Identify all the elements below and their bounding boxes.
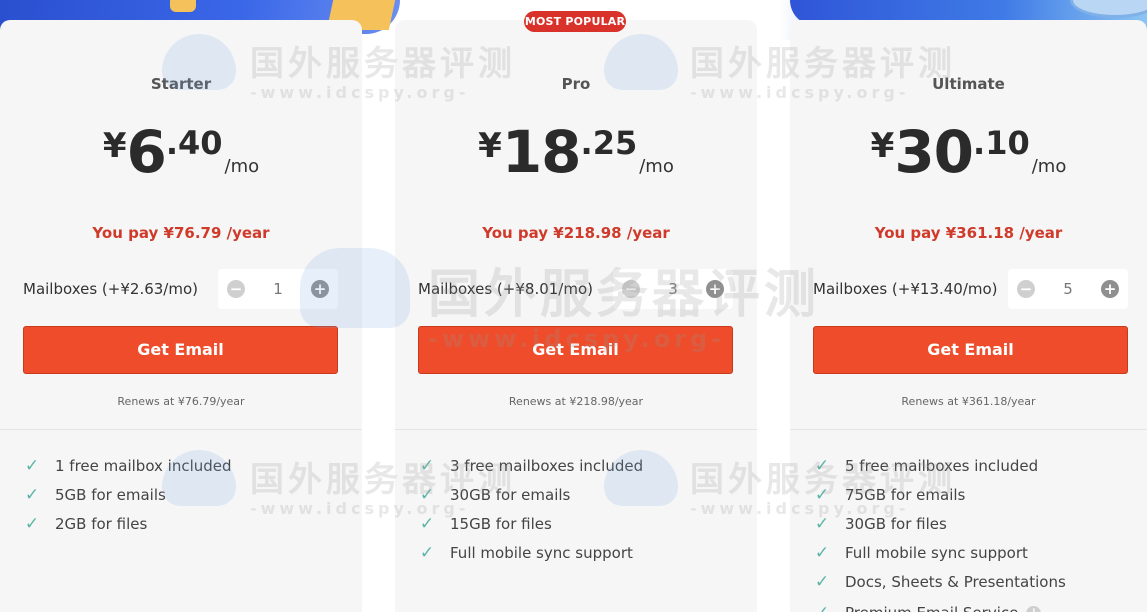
price-currency: ¥ xyxy=(478,126,502,166)
feature-item: ✓ 3 free mailboxes included xyxy=(418,451,643,480)
feature-text: 30GB for files xyxy=(845,514,947,533)
feature-text: 30GB for emails xyxy=(450,485,571,504)
yearly-total: You pay ¥76.79 /year xyxy=(92,224,270,242)
price-period: /mo xyxy=(224,156,260,177)
feature-item: ✓ 75GB for emails xyxy=(813,480,1066,509)
check-icon: ✓ xyxy=(24,455,40,476)
check-icon: ✓ xyxy=(814,513,830,534)
feature-item: ✓ Premium Email Service i xyxy=(813,596,1066,612)
price-currency: ¥ xyxy=(870,126,895,166)
plus-icon[interactable]: + xyxy=(705,280,724,298)
feature-text: Premium Email Service xyxy=(845,604,1018,612)
feature-list: ✓ 5 free mailboxes included ✓ 75GB for ema… xyxy=(813,451,1066,612)
feature-item: ✓ 15GB for files xyxy=(418,509,643,538)
price-fraction: .25 xyxy=(580,124,638,162)
check-icon: ✓ xyxy=(24,513,40,534)
plan-card-pro: Pro ¥18.25/mo You pay ¥218.98 /year Mail… xyxy=(395,20,757,612)
info-icon[interactable]: i xyxy=(1026,605,1042,612)
feature-item: ✓ 30GB for emails xyxy=(418,480,643,509)
check-icon: ✓ xyxy=(813,603,831,612)
plan-price: ¥30.10/mo xyxy=(790,120,1147,184)
plan-price: ¥6.40/mo xyxy=(0,120,362,184)
divider xyxy=(395,429,757,430)
get-email-button[interactable]: Get Email xyxy=(813,326,1128,374)
feature-item: ✓ Full mobile sync support xyxy=(418,538,643,567)
plan-name: Starter xyxy=(150,75,212,93)
price-whole: 30 xyxy=(894,118,974,186)
most-popular-badge: MOST POPULAR xyxy=(524,11,626,32)
renewal-note: Renews at ¥218.98/year xyxy=(508,395,644,408)
feature-list: ✓ 1 free mailbox included ✓ 5GB for emails… xyxy=(23,451,232,538)
feature-text: Docs, Sheets & Presentations xyxy=(845,572,1066,591)
price-fraction: .40 xyxy=(165,124,223,162)
price-whole: 18 xyxy=(501,118,582,186)
yearly-total: You pay ¥361.18 /year xyxy=(874,224,1063,242)
feature-text: 15GB for files xyxy=(450,514,552,533)
divider xyxy=(0,429,362,430)
check-icon: ✓ xyxy=(419,513,435,534)
price-period: /mo xyxy=(639,156,674,177)
price-whole: 6 xyxy=(126,118,167,186)
yearly-total: You pay ¥218.98 /year xyxy=(482,224,670,242)
plan-card-starter: Starter ¥6.40/mo You pay ¥76.79 /year Ma… xyxy=(0,20,362,612)
feature-item: ✓ 2GB for files xyxy=(23,509,232,538)
feature-text: 2GB for files xyxy=(55,514,148,533)
check-icon: ✓ xyxy=(814,484,830,505)
renewal-note: Renews at ¥76.79/year xyxy=(117,395,245,408)
price-period: /mo xyxy=(1031,156,1067,177)
feature-item: ✓ 30GB for files xyxy=(813,509,1066,538)
quantity-value[interactable]: 5 xyxy=(1063,280,1073,298)
feature-item: ✓ 5GB for emails xyxy=(23,480,232,509)
mailboxes-label: Mailboxes (+¥13.40/mo) xyxy=(813,280,998,298)
minus-icon[interactable]: − xyxy=(227,280,245,298)
price-fraction: .10 xyxy=(973,124,1030,162)
check-icon: ✓ xyxy=(419,455,435,476)
mailbox-quantity-stepper: − 3 + xyxy=(613,269,733,309)
feature-text: Full mobile sync support xyxy=(450,543,633,562)
check-icon: ✓ xyxy=(814,542,830,563)
feature-text: 3 free mailboxes included xyxy=(450,456,644,475)
mailbox-quantity-stepper: − 5 + xyxy=(1008,269,1128,309)
feature-item: ✓ 5 free mailboxes included xyxy=(813,451,1066,480)
feature-item: ✓ 1 free mailbox included xyxy=(23,451,232,480)
divider xyxy=(790,429,1147,430)
check-icon: ✓ xyxy=(419,542,435,563)
plan-name: Pro xyxy=(561,75,591,93)
feature-item: ✓ Full mobile sync support xyxy=(813,538,1066,567)
get-email-button[interactable]: Get Email xyxy=(23,326,338,374)
plus-icon[interactable]: + xyxy=(310,280,329,298)
plan-price: ¥18.25/mo xyxy=(395,120,757,184)
price-currency: ¥ xyxy=(102,126,127,166)
quantity-value[interactable]: 3 xyxy=(668,280,678,298)
feature-text: 5GB for emails xyxy=(55,485,166,504)
mailboxes-label: Mailboxes (+¥8.01/mo) xyxy=(418,280,593,298)
minus-icon[interactable]: − xyxy=(1017,280,1035,298)
envelope-decoration xyxy=(170,0,196,12)
feature-text: 75GB for emails xyxy=(845,485,966,504)
plus-icon[interactable]: + xyxy=(1100,280,1119,298)
feature-text: 5 free mailboxes included xyxy=(845,456,1039,475)
mailboxes-label: Mailboxes (+¥2.63/mo) xyxy=(23,280,198,298)
check-icon: ✓ xyxy=(419,484,435,505)
check-icon: ✓ xyxy=(24,484,40,505)
feature-list: ✓ 3 free mailboxes included ✓ 30GB for ema… xyxy=(418,451,643,567)
feature-item: ✓ Docs, Sheets & Presentations xyxy=(813,567,1066,596)
renewal-note: Renews at ¥361.18/year xyxy=(901,395,1036,408)
mailbox-quantity-stepper: − 1 + xyxy=(218,269,338,309)
minus-icon[interactable]: − xyxy=(622,280,640,298)
check-icon: ✓ xyxy=(814,455,830,476)
feature-text: Full mobile sync support xyxy=(845,543,1028,562)
feature-text: 1 free mailbox included xyxy=(55,456,232,475)
plan-card-ultimate: Ultimate ¥30.10/mo You pay ¥361.18 /year… xyxy=(790,20,1147,612)
check-icon: ✓ xyxy=(814,571,830,592)
quantity-value[interactable]: 1 xyxy=(273,280,283,298)
plan-name: Ultimate xyxy=(932,75,1005,93)
get-email-button[interactable]: Get Email xyxy=(418,326,733,374)
